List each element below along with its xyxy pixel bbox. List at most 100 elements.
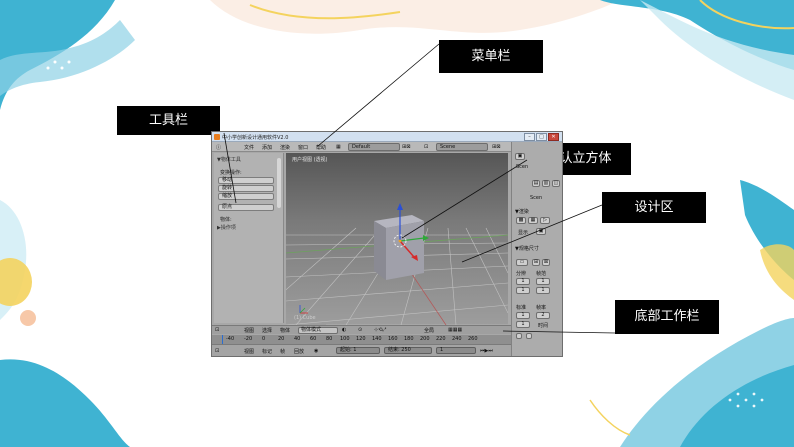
rotate-button[interactable]: 旋转 [218, 185, 274, 192]
object-label: 物体: [220, 217, 232, 223]
origin-button[interactable]: 原点 [218, 204, 274, 211]
timeline-ruler[interactable]: -40 -20 0 20 40 60 80 100 120 140 160 18… [212, 335, 511, 344]
menu-help[interactable]: 帮助 [316, 144, 326, 151]
resolution-x-field[interactable]: 1 [516, 278, 530, 285]
timeline-tick: -20 [244, 336, 253, 342]
timeline-tick: -40 [226, 336, 235, 342]
layers-icon[interactable]: ▦▦▦ [448, 327, 462, 333]
operations-toggle[interactable]: ▶操作项 [217, 224, 236, 231]
bottom-view-menu[interactable]: 视图 [244, 348, 254, 355]
scene-field[interactable]: Scene [436, 143, 488, 151]
record-icon[interactable]: ◉ [314, 348, 318, 354]
app-window: 中小学创新设计通用软件V2.0 – □ ✕ ⓘ 文件 添加 渲染 窗口 帮助 ▦… [211, 131, 563, 357]
shading-icon[interactable]: ◐ [342, 327, 346, 333]
menu-file[interactable]: 文件 [244, 144, 254, 151]
callout-bottom-bar: 底部工作栏 [615, 300, 719, 334]
playback-controls-icon[interactable]: ⏮▶⏭ [480, 348, 493, 354]
props-scene-name: Scen [530, 195, 543, 201]
props-toolbar-a[interactable]: ▤ [532, 180, 540, 187]
header-select-menu[interactable]: 选择 [262, 327, 272, 334]
scene-icon[interactable]: ⊡ [424, 144, 428, 150]
bottom-marker-menu[interactable]: 标记 [262, 348, 272, 355]
timeline-cursor[interactable] [222, 335, 223, 344]
menu-bar: ⓘ 文件 添加 渲染 窗口 帮助 ▦ Default ⊞⊠ ⊡ Scene ⊞⊠ [212, 142, 562, 152]
layout-field[interactable]: Default [348, 143, 400, 151]
frame-start-field[interactable]: 1 [536, 278, 550, 285]
preset-field[interactable]: ▭ [516, 259, 528, 266]
timeline-tick: 20 [278, 336, 285, 342]
render-play-button[interactable]: ▷ [540, 217, 550, 224]
header-view-menu[interactable]: 视图 [244, 327, 254, 334]
border-checkbox[interactable] [516, 333, 522, 339]
viewport-label: 用户视图 (透视) [292, 157, 328, 163]
bottom-work-bar: ⊡ 视图 标记 帧 回放 ◉ 起始: 1 结束: 250 1 ⏮▶⏭ [212, 344, 511, 356]
timeline-tick: 60 [310, 336, 317, 342]
preset-add-button[interactable]: ⊞ [532, 259, 540, 266]
time-label: 时间 [538, 323, 549, 329]
viewport-object-label: (1) Cube [294, 315, 316, 321]
current-frame-field[interactable]: 1 [436, 347, 476, 354]
header-global[interactable]: 全局 [424, 327, 434, 334]
app-icon [214, 134, 220, 140]
header-object-menu[interactable]: 物体 [280, 327, 290, 334]
layout-stepper-icon[interactable]: ⊞⊠ [402, 144, 410, 150]
move-button[interactable]: 移动 [218, 177, 274, 184]
resolution-y-field[interactable]: 1 [516, 287, 530, 294]
timeline-tick: 200 [420, 336, 430, 342]
render-header[interactable]: ▼渲染 [515, 208, 529, 215]
callout-toolbar: 工具栏 [117, 106, 220, 135]
resolution-label: 分辨 [516, 271, 527, 277]
menu-window[interactable]: 窗口 [298, 144, 308, 151]
scene-label: Scen [516, 164, 529, 170]
start-frame-field[interactable]: 起始: 1 [336, 347, 380, 354]
scale-button[interactable]: 缩放 [218, 193, 274, 200]
minimize-button[interactable]: – [524, 133, 535, 141]
viewport-header: ⊡ 视图 选择 物体 物体模式 ◐ ⊙ ⊹⟲⤢ 全局 ▦▦▦ [212, 325, 511, 334]
aspect-y-field[interactable]: 1 [516, 321, 530, 328]
timeline-tick: 160 [388, 336, 398, 342]
bottom-playback-menu[interactable]: 回放 [294, 348, 304, 355]
timeline-tick: 260 [468, 336, 478, 342]
transform-label: 变换操作: [220, 170, 242, 176]
layout-icon[interactable]: ▦ [336, 144, 341, 150]
display-field[interactable]: ▣ [536, 228, 546, 235]
scene-stepper-icon[interactable]: ⊞⊠ [492, 144, 500, 150]
close-button[interactable]: ✕ [548, 133, 559, 141]
callout-menubar: 菜单栏 [439, 40, 543, 73]
info-icon[interactable]: ⓘ [216, 144, 221, 151]
frame-range-label: 帧范 [536, 271, 547, 277]
props-toolbar-b[interactable]: ▥ [542, 180, 550, 187]
crop-checkbox[interactable] [526, 333, 532, 339]
aspect-field[interactable]: 1 [516, 312, 530, 319]
bottom-frame-menu[interactable]: 帧 [280, 348, 285, 355]
timeline-tick: 220 [436, 336, 446, 342]
dimensions-header[interactable]: ▼规格尺寸 [515, 245, 539, 252]
manipulator-icons[interactable]: ⊹⟲⤢ [374, 327, 386, 333]
timeline-tick: 40 [294, 336, 301, 342]
frame-end-field[interactable]: 1 [536, 287, 550, 294]
render-still-button[interactable]: ▩ [516, 217, 526, 224]
timeline-tick: 120 [356, 336, 366, 342]
preset-remove-button[interactable]: ⊠ [542, 259, 550, 266]
maximize-button[interactable]: □ [536, 133, 547, 141]
properties-panel: ▣ Scen ▤ ▥ ◫ Scen ▼渲染 ▩ ▦ ▷ 显示 ▣ ▼规格尺寸 ▭… [511, 142, 562, 356]
menu-render[interactable]: 渲染 [280, 144, 290, 151]
design-viewport[interactable]: 用户视图 (透视) (1) Cube [286, 153, 508, 325]
pivot-icon[interactable]: ⊙ [358, 327, 362, 333]
tool-panel-scrollbar[interactable] [277, 158, 281, 208]
tool-panel: ▼物体工具 变换操作: 移动 旋转 缩放 原点 物体: ▶操作项 [214, 153, 284, 323]
menu-add[interactable]: 添加 [262, 144, 272, 151]
callout-design-area: 设计区 [602, 192, 706, 223]
frame-rate-field[interactable]: 2 [536, 312, 550, 319]
mode-dropdown[interactable]: 物体模式 [298, 327, 338, 334]
render-anim-button[interactable]: ▦ [528, 217, 538, 224]
viewport-scene [286, 203, 508, 325]
editor-type-icon[interactable]: ⊡ [215, 327, 219, 333]
end-frame-field[interactable]: 结束: 250 [384, 347, 432, 354]
props-toolbar-c[interactable]: ◫ [552, 180, 560, 187]
timeline-editor-icon[interactable]: ⊡ [215, 348, 219, 354]
timeline-tick: 80 [326, 336, 333, 342]
properties-tab-icon[interactable]: ▣ [515, 153, 525, 160]
timeline-tick: 240 [452, 336, 462, 342]
tool-panel-header[interactable]: ▼物体工具 [217, 156, 241, 163]
